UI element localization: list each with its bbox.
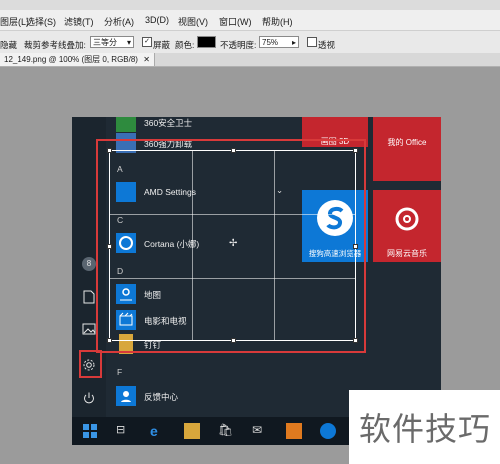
grid-line [110,278,355,279]
menu-layer[interactable]: 图层(L) [0,15,29,28]
edge-browser-icon[interactable]: e [150,423,166,439]
power-icon[interactable] [82,391,96,405]
file-explorer-icon[interactable] [184,423,200,439]
menu-bar: 图层(L) 选择(S) 滤镜(T) 分析(A) 3D(D) 视图(V) 窗口(W… [0,0,500,30]
close-icon[interactable]: ✕ [143,55,150,64]
crop-handle[interactable] [353,338,358,343]
office-icon[interactable] [286,423,302,439]
overlay-label: 裁剪参考线叠加: [24,40,86,50]
overlay-value: 三等分 [93,38,117,47]
crop-handle[interactable] [107,338,112,343]
grid-line [192,151,193,340]
feedback-icon [116,386,136,406]
crop-handle[interactable] [353,244,358,249]
color-swatch[interactable] [197,36,216,48]
user-avatar[interactable]: 8 [82,257,96,271]
opacity-input[interactable]: 75% ▸ [259,36,299,48]
grid-line [110,214,355,215]
menu-3d[interactable]: 3D(D) [145,15,169,25]
chevron-right-icon: ▸ [291,38,296,47]
task-view-icon[interactable]: ⊟ [116,423,132,439]
shield-label: 屏蔽 [153,40,171,50]
watermark-panel: 软件技巧 [349,390,500,464]
perspective-checkbox[interactable] [307,37,317,47]
hide-label[interactable]: 隐藏 [0,39,17,51]
perspective-label: 透视 [318,40,336,50]
overlay-select[interactable]: 三等分 ▾ [90,36,134,48]
crop-handle[interactable] [231,338,236,343]
settings-highlight [79,350,102,378]
watermark-text: 软件技巧 [359,410,492,448]
menu-analysis[interactable]: 分析(A) [104,15,134,28]
document-icon[interactable] [82,290,96,304]
sogou-taskbar-icon[interactable] [320,423,336,439]
crop-handle[interactable] [353,148,358,153]
toolbar-strip [0,0,500,10]
opacity-label: 不透明度: [220,40,257,50]
document-tab-bar: 12_149.png @ 100% (图层 0, RGB/8) ✕ [0,53,500,67]
tile-netease-music[interactable]: 网易云音乐 [373,190,441,262]
crop-selection[interactable] [107,148,358,343]
store-icon[interactable]: 🛍 [218,423,234,439]
crop-handle[interactable] [107,148,112,153]
tile-label: 我的 Office [387,138,427,147]
windows-start-icon[interactable] [82,423,98,439]
crop-handle[interactable] [107,244,112,249]
document-tab[interactable]: 12_149.png @ 100% (图层 0, RGB/8) ✕ [0,53,155,66]
shield-checkbox[interactable]: ✓ [142,37,152,47]
menu-filter[interactable]: 滤镜(T) [64,15,94,28]
menu-select[interactable]: 选择(S) [26,15,56,28]
mail-icon[interactable]: ✉ [252,423,268,439]
tile-label: 网易云音乐 [387,249,427,258]
netease-music-icon [395,207,419,231]
color-label: 颜色: [175,40,195,50]
menu-view[interactable]: 视图(V) [178,15,208,28]
grid-line [274,151,275,340]
app-label: 反馈中心 [144,392,179,402]
pictures-icon[interactable] [82,323,96,337]
opacity-value: 75% [262,38,279,47]
menu-window[interactable]: 窗口(W) [219,15,252,28]
options-bar: 隐藏 裁剪参考线叠加: 三等分 ▾ ✓ 屏蔽 颜色: 不透明度: 75% ▸ 透… [0,30,500,54]
document-tab-title: 12_149.png @ 100% (图层 0, RGB/8) [4,55,138,64]
menu-help[interactable]: 帮助(H) [262,15,293,28]
app-icon [116,117,136,132]
chevron-down-icon: ▾ [126,38,131,47]
crop-handle[interactable] [231,148,236,153]
app-label: 360安全卫士 [144,118,193,128]
group-letter-f[interactable]: F [117,367,122,377]
tile-office[interactable]: 我的 Office [373,117,441,181]
